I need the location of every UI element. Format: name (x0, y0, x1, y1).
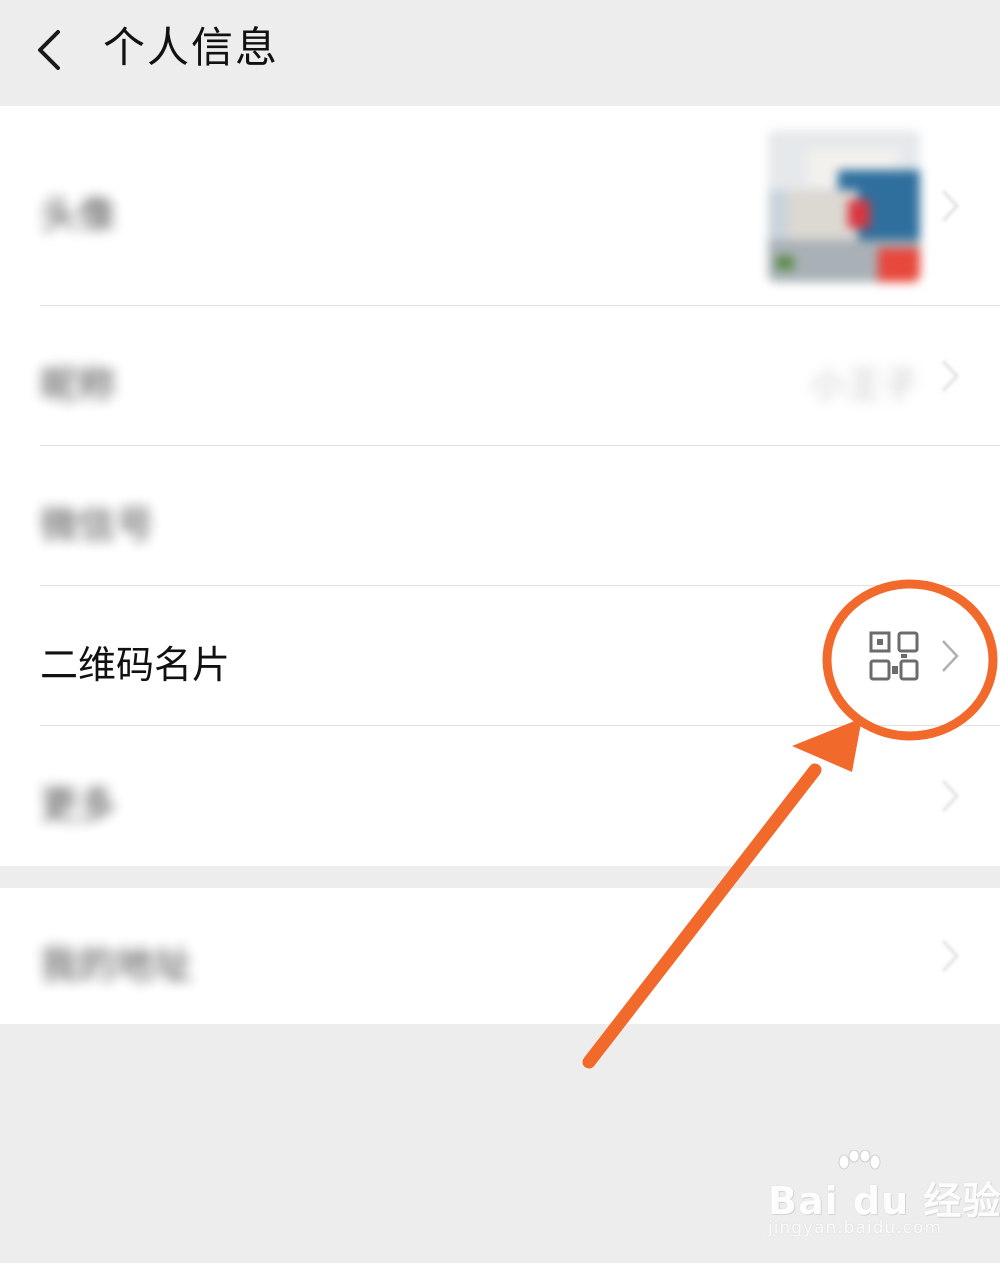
chevron-right-icon (942, 360, 959, 392)
row-label-wechat-id: 微信号 (40, 503, 155, 547)
row-address[interactable]: 我的地址 (0, 888, 1000, 1024)
address-group: 我的地址 (0, 888, 1000, 1024)
watermark-url: jingyan.baidu.com (768, 1218, 942, 1238)
row-label-avatar: 头像 (40, 193, 117, 237)
chevron-right-icon (942, 940, 959, 972)
row-value-nickname: 小王子 (809, 365, 918, 406)
page-title: 个人信息 (103, 23, 280, 72)
watermark-text: Bai du 经验 (768, 1179, 1000, 1223)
avatar[interactable] (768, 130, 920, 282)
profile-info-group: 头像 昵称 小王子 微信号 二维码名片 更多 (0, 106, 1000, 866)
chevron-right-icon (942, 190, 959, 222)
row-label-more: 更多 (40, 783, 117, 827)
chevron-left-icon[interactable] (30, 28, 70, 72)
row-label-address: 我的地址 (40, 943, 193, 987)
row-label-qr-code: 二维码名片 (40, 643, 231, 687)
row-wechat-id[interactable]: 微信号 (0, 446, 1000, 586)
row-avatar[interactable]: 头像 (0, 106, 1000, 306)
row-label-nickname: 昵称 (40, 363, 117, 407)
chevron-right-icon (942, 640, 959, 672)
header-bar: 个人信息 (0, 0, 1000, 105)
row-nickname[interactable]: 昵称 小王子 (0, 306, 1000, 446)
qr-code-icon[interactable] (868, 630, 920, 682)
baidu-watermark: Bai du 经验 jingyan.baidu.com (762, 1148, 1000, 1248)
row-qr-code[interactable]: 二维码名片 (0, 586, 1000, 726)
chevron-right-icon (942, 780, 959, 812)
row-more[interactable]: 更多 (0, 726, 1000, 866)
